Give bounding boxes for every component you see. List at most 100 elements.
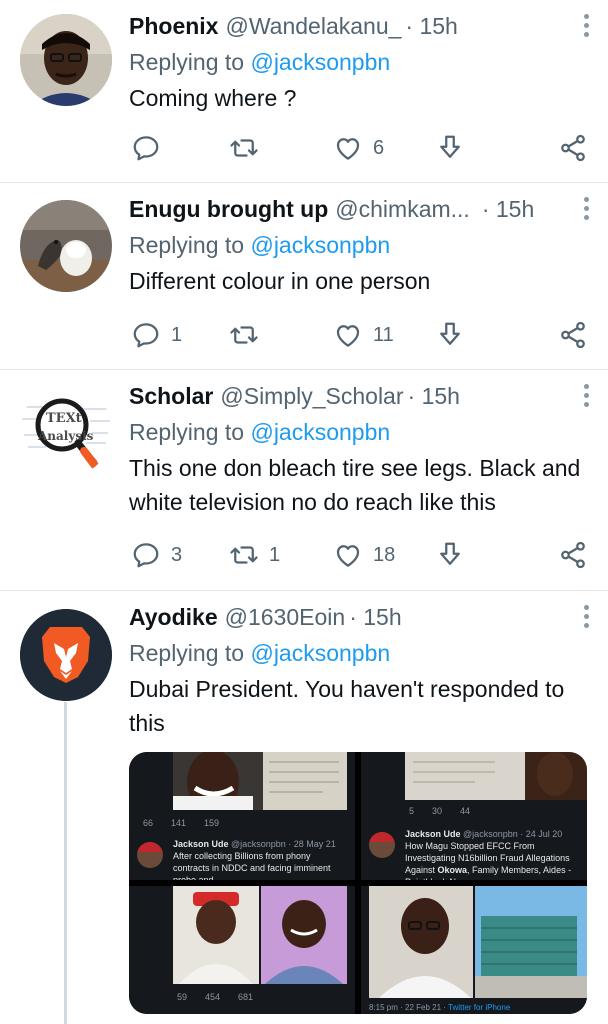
- tweet-media-grid[interactable]: 66 141 159 Jackson Ude @jacksonpbn · 28 …: [129, 752, 587, 1014]
- tweet-actions: 3 1 18: [129, 537, 588, 573]
- avatar-enugu[interactable]: [20, 200, 112, 292]
- mini-like-count: 44: [460, 806, 471, 816]
- tweet-text: Coming where ?: [129, 85, 297, 111]
- download-button[interactable]: [435, 133, 465, 163]
- mini-timestamp: 8:15 pm · 22 Feb 21 ·: [369, 1003, 449, 1012]
- mention-link[interactable]: @jacksonpbn: [250, 232, 390, 258]
- mini-like-count: 681: [238, 992, 254, 1002]
- mini-tweet-bold: Okowa: [437, 865, 468, 875]
- media-image-3[interactable]: 59 454 681: [129, 886, 355, 1014]
- media-image-4[interactable]: 8:15 pm · 22 Feb 21 · Twitter for iPhone: [361, 886, 587, 1014]
- screenshot-photo: [369, 886, 587, 998]
- reply-icon: [133, 323, 159, 348]
- tweet-text: This one don bleach tire see legs. Black…: [129, 455, 581, 515]
- retweet-button[interactable]: 1: [229, 540, 280, 570]
- author-name[interactable]: Phoenix: [129, 10, 218, 42]
- media-image-2[interactable]: 5 30 44 Jackson Ude @jacksonpbn · 24 Jul…: [361, 752, 587, 880]
- replying-to: Replying to @jacksonpbn: [129, 45, 592, 79]
- tweet-text: Different colour in one person: [129, 268, 431, 294]
- like-button[interactable]: 6: [333, 133, 384, 163]
- tweet-enugu[interactable]: Enugu brought up @chimkam... · 15h Reply…: [0, 183, 608, 370]
- more-options-icon[interactable]: [584, 605, 590, 632]
- author-handle[interactable]: @1630Eoin: [225, 601, 346, 633]
- timestamp[interactable]: · 15h: [482, 193, 534, 225]
- share-button[interactable]: [558, 540, 588, 570]
- mini-author-name: Jackson Ude: [405, 829, 461, 839]
- share-icon: [561, 134, 585, 162]
- download-arrow-icon: [440, 322, 460, 345]
- retweet-icon: [230, 139, 258, 157]
- mention-link[interactable]: @jacksonpbn: [250, 640, 390, 666]
- reply-button[interactable]: 3: [131, 540, 182, 570]
- reply-button[interactable]: [131, 133, 171, 163]
- author-name[interactable]: Ayodike: [129, 601, 218, 633]
- more-options-icon[interactable]: [584, 384, 590, 411]
- mini-author-name: Jackson Ude: [173, 839, 229, 849]
- mini-avatar: [137, 842, 163, 868]
- mini-retweet-count: 141: [171, 818, 187, 828]
- mini-tweet-stats: 66 141 159: [129, 818, 355, 828]
- download-button[interactable]: [435, 320, 465, 350]
- mini-like-count: 159: [204, 818, 220, 828]
- reply-icon: [133, 543, 159, 568]
- timestamp[interactable]: · 15h: [405, 10, 457, 42]
- replying-to: Replying to @jacksonpbn: [129, 228, 592, 262]
- tweet-scholar[interactable]: TEXt Analysis Scholar @Simply_Scholar · …: [0, 370, 608, 591]
- thread-connector-line: [64, 702, 67, 1024]
- replying-prefix: Replying to: [129, 49, 251, 75]
- mini-tweet: Jackson Ude @jacksonpbn · 28 May 21 Afte…: [173, 838, 349, 880]
- reply-count: 3: [171, 543, 183, 566]
- mini-tweet: Jackson Ude @jacksonpbn · 24 Jul 20 How …: [405, 828, 583, 880]
- more-options-icon[interactable]: [584, 14, 590, 41]
- heart-icon: [336, 545, 360, 567]
- replying-prefix: Replying to: [129, 640, 251, 666]
- mini-tweet-footer: 8:15 pm · 22 Feb 21 · Twitter for iPhone: [369, 1002, 587, 1014]
- author-handle[interactable]: @chimkam...: [335, 193, 470, 225]
- mini-tweet-stats: 59 454 681: [129, 992, 355, 1002]
- share-button[interactable]: [558, 320, 588, 350]
- mention-link[interactable]: @jacksonpbn: [250, 49, 390, 75]
- avatar-phoenix[interactable]: [20, 14, 112, 106]
- tweet-phoenix[interactable]: Phoenix @Wandelakanu_ · 15h Replying to …: [0, 0, 608, 183]
- like-button[interactable]: 18: [333, 540, 395, 570]
- avatar-ayodike[interactable]: [20, 609, 112, 701]
- like-button[interactable]: 11: [333, 320, 394, 350]
- more-options-icon[interactable]: [584, 197, 590, 224]
- mention-link[interactable]: @jacksonpbn: [250, 419, 390, 445]
- retweet-count: 1: [269, 543, 281, 566]
- tweet-actions: 1 11: [129, 317, 588, 353]
- like-count: 18: [373, 543, 396, 566]
- author-handle[interactable]: @Simply_Scholar: [220, 380, 403, 412]
- download-button[interactable]: [435, 540, 465, 570]
- tweet-text: Dubai President. You haven't responded t…: [129, 676, 565, 736]
- heart-icon: [336, 138, 360, 160]
- mini-source-link: Twitter for iPhone: [448, 1003, 511, 1012]
- author-name[interactable]: Scholar: [129, 380, 213, 412]
- tweet-actions: 6: [129, 130, 588, 166]
- mini-tweet-stats: 5 30 44: [361, 806, 587, 816]
- like-count: 6: [373, 136, 385, 159]
- share-button[interactable]: [558, 133, 588, 163]
- mini-reply-count: 66: [143, 818, 154, 828]
- reply-button[interactable]: 1: [131, 320, 182, 350]
- mini-reply-count: 5: [409, 806, 415, 816]
- scholar-avatar-text-1: TEXt: [46, 411, 82, 426]
- author-name[interactable]: Enugu brought up: [129, 193, 328, 225]
- timestamp[interactable]: · 15h: [408, 380, 460, 412]
- avatar-scholar[interactable]: TEXt Analysis: [20, 385, 112, 477]
- author-handle[interactable]: @Wandelakanu_: [225, 10, 401, 42]
- media-image-1[interactable]: 66 141 159 Jackson Ude @jacksonpbn · 28 …: [129, 752, 355, 880]
- mini-tweet-text: After collecting Billions from phony con…: [173, 851, 331, 880]
- scholar-avatar-text-2: Analysis: [38, 429, 94, 443]
- replying-prefix: Replying to: [129, 419, 251, 445]
- retweet-button[interactable]: [229, 133, 269, 163]
- reply-icon: [133, 136, 159, 161]
- reply-count: 1: [171, 323, 183, 346]
- replying-to: Replying to @jacksonpbn: [129, 636, 592, 670]
- timestamp[interactable]: · 15h: [349, 601, 401, 633]
- retweet-icon: [230, 326, 258, 344]
- like-count: 11: [373, 323, 394, 346]
- heart-icon: [336, 325, 360, 347]
- retweet-button[interactable]: [229, 320, 269, 350]
- mini-reply-count: 59: [177, 992, 188, 1002]
